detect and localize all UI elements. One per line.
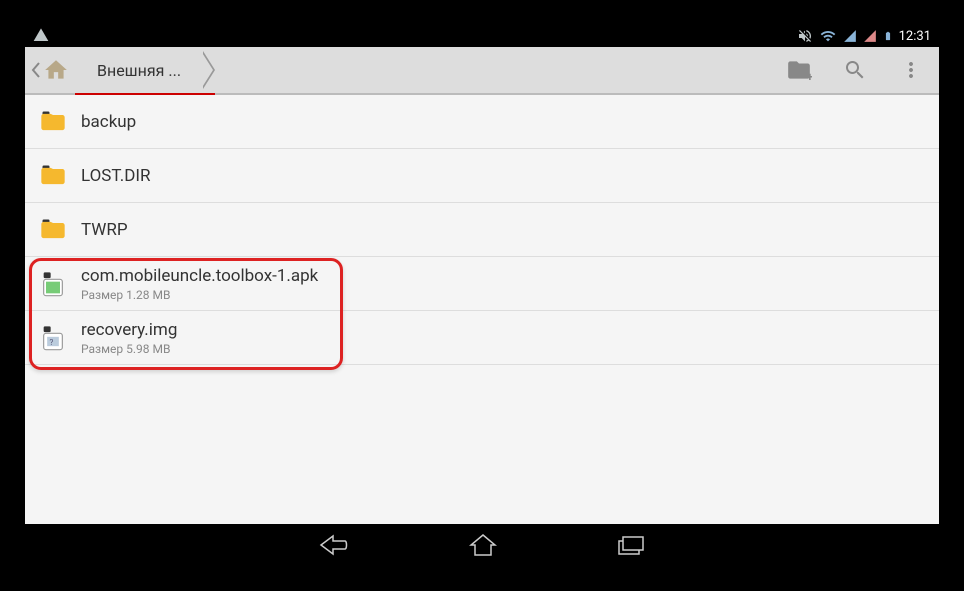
overflow-icon — [899, 58, 923, 82]
file-size: Размер 5.98 MB — [81, 342, 177, 356]
svg-text:?: ? — [50, 337, 54, 347]
nav-bar — [25, 524, 939, 566]
folder-icon — [39, 162, 67, 190]
file-list[interactable]: backup LOST.DIR TWRP — [25, 95, 939, 524]
overflow-menu-button[interactable] — [883, 46, 939, 94]
back-nav-icon — [319, 533, 349, 557]
search-icon — [843, 58, 867, 82]
new-folder-button[interactable]: + — [771, 46, 827, 94]
home-button[interactable] — [25, 47, 81, 93]
search-button[interactable] — [827, 46, 883, 94]
signal-icon-2 — [863, 29, 877, 43]
file-name: com.mobileuncle.toolbox-1.apk — [81, 266, 318, 286]
folder-name: TWRP — [81, 220, 128, 240]
folder-item[interactable]: TWRP — [25, 203, 939, 257]
folder-name: backup — [81, 112, 136, 132]
action-bar: Внешняя ... + — [25, 47, 939, 95]
back-chevron-icon — [31, 61, 41, 79]
warning-icon — [33, 27, 49, 43]
back-nav-button[interactable] — [319, 533, 349, 557]
apk-file-icon — [39, 270, 67, 298]
recents-nav-icon — [617, 534, 645, 556]
device-frame: 12:31 Внешняя ... + — [0, 0, 964, 591]
folder-item[interactable]: LOST.DIR — [25, 149, 939, 203]
screen: 12:31 Внешняя ... + — [25, 25, 939, 566]
folder-icon — [39, 216, 67, 244]
file-item[interactable]: ? recovery.img Размер 5.98 MB — [25, 311, 939, 365]
signal-icon-1 — [843, 29, 857, 43]
file-item[interactable]: com.mobileuncle.toolbox-1.apk Размер 1.2… — [25, 257, 939, 311]
new-folder-icon: + — [786, 57, 812, 83]
svg-text:+: + — [807, 70, 812, 83]
home-nav-icon — [469, 533, 497, 557]
breadcrumb[interactable]: Внешняя ... — [81, 47, 203, 93]
file-name: recovery.img — [81, 320, 177, 340]
img-file-icon: ? — [39, 324, 67, 352]
battery-icon — [883, 28, 893, 44]
status-bar: 12:31 — [25, 25, 939, 47]
clock: 12:31 — [899, 29, 931, 44]
home-icon — [43, 57, 69, 83]
folder-item[interactable]: backup — [25, 95, 939, 149]
breadcrumb-segment[interactable]: Внешняя ... — [81, 51, 203, 89]
file-size: Размер 1.28 MB — [81, 288, 318, 302]
recents-nav-button[interactable] — [617, 534, 645, 556]
vibrate-icon — [797, 28, 813, 44]
home-nav-button[interactable] — [469, 533, 497, 557]
folder-icon — [39, 108, 67, 136]
wifi-icon — [819, 28, 837, 44]
folder-name: LOST.DIR — [81, 166, 150, 186]
